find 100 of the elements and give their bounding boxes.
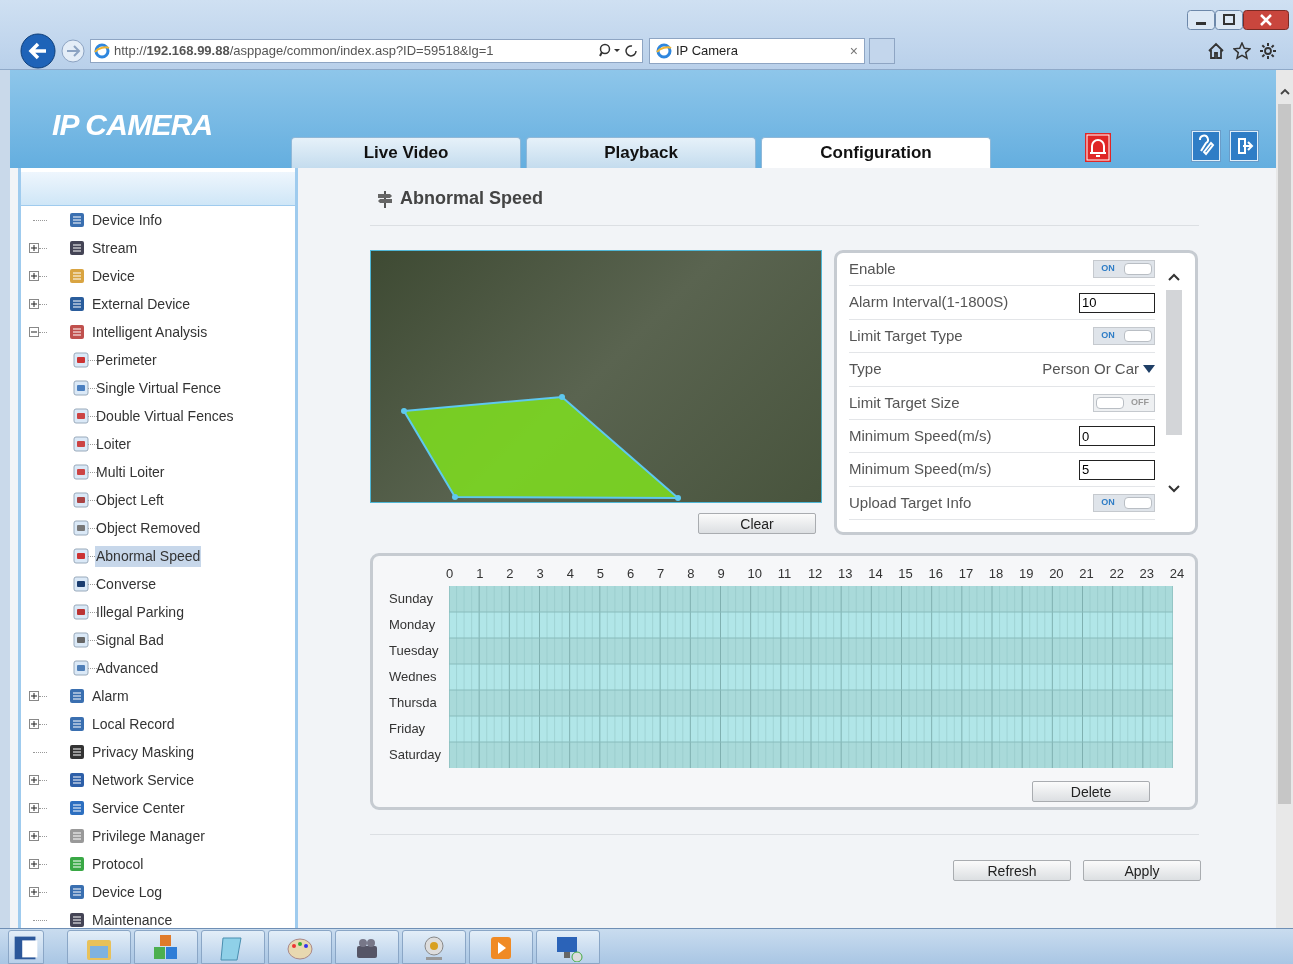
nav-tab[interactable]: Playback [526,137,756,168]
delete-button[interactable]: Delete [1032,781,1150,802]
menu-item[interactable]: Signal Bad [95,629,165,651]
menu-item[interactable]: Illegal Parking [95,601,185,623]
minimize-button[interactable] [1187,10,1215,30]
menu-item[interactable]: Stream [91,237,139,259]
collapse-toggle[interactable] [29,327,39,337]
back-button[interactable] [20,33,56,69]
menu-item[interactable]: Single Virtual Fence [95,377,223,399]
expand-toggle[interactable] [29,243,39,253]
text-input[interactable]: 0 [1079,426,1155,447]
day-label: Friday [389,720,427,739]
menu-item[interactable]: Perimeter [95,349,158,371]
menu-item[interactable]: Device Log [91,881,164,903]
menu-item[interactable]: Privilege Manager [91,825,206,847]
detection-zone-drawing[interactable] [401,394,682,502]
menu-item[interactable]: Device Info [91,209,164,231]
address-bar[interactable]: http://192.168.99.88/asppage/common/index.asp?ID=59518&lg=1 [90,39,643,63]
expand-toggle[interactable] [29,691,39,701]
expand-toggle[interactable] [29,803,39,813]
browser-tab[interactable]: IP Camera × [649,38,865,64]
expand-toggle[interactable] [29,887,39,897]
logout-button[interactable] [1229,130,1259,162]
day-label: Monday [389,616,437,635]
menu-item[interactable]: Object Removed [95,517,202,539]
menu-item-icon [73,436,89,452]
expand-toggle[interactable] [29,719,39,729]
menu-item[interactable]: Intelligent Analysis [91,321,209,343]
tab-title: IP Camera [676,42,739,61]
menu-item-icon [69,324,85,340]
expand-toggle[interactable] [29,831,39,841]
menu-item[interactable]: Loiter [95,433,133,455]
expand-toggle[interactable] [29,859,39,869]
hour-label: 14 [868,565,884,584]
taskbar-button[interactable] [8,930,44,964]
menu-item[interactable]: Protocol [91,853,145,875]
hour-label: 12 [807,565,824,584]
page-title: Abnormal Speed [400,187,544,210]
menu-item[interactable]: Network Service [91,769,195,791]
menu-item[interactable]: External Device [91,293,192,315]
panel-scroll-thumb[interactable] [1166,290,1182,435]
home-icon[interactable] [1207,42,1225,60]
scroll-down-icon[interactable] [1168,485,1180,493]
menu-item[interactable]: Abnormal Speed [95,545,202,567]
menu-item[interactable]: Maintenance [91,909,174,928]
menu-item[interactable]: Device [91,265,136,287]
footer-button[interactable]: Apply [1083,860,1201,881]
menu-item[interactable]: Object Left [95,489,165,511]
hour-label: 18 [988,565,1005,584]
hour-label: 23 [1139,565,1156,584]
taskbar-button[interactable] [536,930,600,964]
type-dropdown[interactable]: Person Or Car [1042,358,1155,381]
scrollbar-thumb[interactable] [1278,104,1291,804]
setting-label: Limit Target Type [849,325,963,346]
menu-item-icon [73,632,89,648]
search-icon [599,43,639,59]
menu-item[interactable]: Advanced [95,657,160,679]
star-icon[interactable] [1233,42,1251,60]
hour-label: 6 [626,565,636,584]
menu-item[interactable]: Service Center [91,797,186,819]
menu-item-icon [73,380,89,396]
footer-button[interactable]: Refresh [953,860,1071,881]
hour-label: 2 [506,565,515,584]
scroll-up-icon[interactable] [1168,273,1180,281]
hour-label: 15 [898,565,914,584]
hour-label: 5 [596,565,605,584]
menu-item[interactable]: Local Record [91,713,176,735]
hour-label: 9 [717,565,726,584]
tab-close-button[interactable]: × [849,40,858,62]
expand-toggle[interactable] [29,271,39,281]
menu-item[interactable]: Alarm [91,685,130,707]
text-input[interactable]: 10 [1079,292,1155,313]
alarm-bell-button[interactable] [1085,133,1111,162]
hour-label: 16 [928,565,944,584]
menu-item[interactable]: Multi Loiter [95,461,166,483]
menu-item[interactable]: Double Virtual Fences [95,405,235,427]
maximize-button[interactable] [1215,10,1243,30]
menu-item[interactable]: Converse [95,573,157,595]
settings-icon[interactable] [1259,42,1277,60]
scrollbar[interactable] [1276,70,1293,928]
nav-tab[interactable]: Configuration [761,137,991,168]
menu-item-icon [73,520,89,536]
close-button[interactable] [1243,10,1289,30]
taskbar-button[interactable] [335,930,399,964]
menu-item-icon [73,464,89,480]
taskbar-button[interactable] [134,930,198,964]
clear-button[interactable]: Clear [698,513,816,534]
text-input[interactable]: 5 [1079,459,1155,480]
day-label: Thursda [389,694,438,713]
menu-item-icon [69,800,85,816]
expand-toggle[interactable] [29,299,39,309]
expand-toggle[interactable] [29,775,39,785]
hour-label: 11 [777,565,793,584]
menu-item-icon [73,492,89,508]
hour-label: 24 [1169,565,1186,584]
key-pen-button[interactable] [1191,130,1221,162]
menu-item[interactable]: Privacy Masking [91,741,195,763]
nav-tab[interactable]: Live Video [291,137,521,168]
setting-label: Limit Target Size [849,392,960,413]
menu-item-icon [69,296,85,312]
